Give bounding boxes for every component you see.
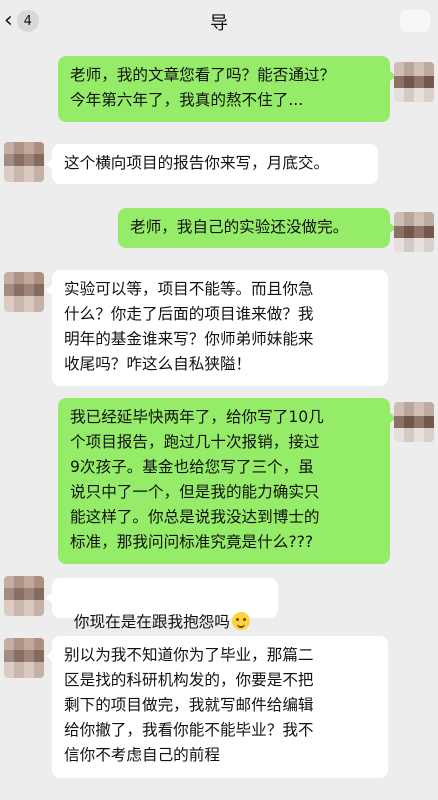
message-bubble-outgoing-1[interactable]: 老师，我的文章您看了吗？能否通过？ 今年第六年了，我真的熬不住了... [58, 56, 396, 122]
contact-avatar[interactable] [4, 142, 44, 182]
message-text: 你现在是在跟我抱怨吗 [73, 613, 230, 631]
message-bubble-outgoing-3[interactable]: 我已经延毕快两年了，给你写了10几 个项目报告，跑过几十次报销，接过 9次孩子。… [58, 398, 396, 564]
smiling-face-emoji-icon [231, 612, 250, 630]
chat-header: ‹ 4 导 [0, 0, 438, 42]
message-bubble-incoming-3[interactable]: 你现在是在跟我抱怨吗 [46, 578, 278, 631]
message-bubble-incoming-4[interactable]: 别以为我不知道你为了毕业，那篇二 区是找的科研机构发的，你要是不把 剩下的项目做… [46, 636, 388, 778]
my-avatar[interactable] [394, 402, 434, 442]
message-bubble-incoming-2[interactable]: 实验可以等，项目不能等。而且你急 什么？你走了后面的项目谁来做？我 明年的基金谁… [46, 270, 388, 386]
chat-title: 导 [210, 13, 228, 34]
message-bubble-incoming-1[interactable]: 这个横向项目的报告你来写，月底交。 [46, 144, 378, 184]
more-button[interactable] [400, 10, 430, 32]
my-avatar[interactable] [394, 212, 434, 252]
contact-avatar[interactable] [4, 576, 44, 616]
message-bubble-outgoing-2[interactable]: 老师，我自己的实验还没做完。 [118, 208, 396, 248]
contact-avatar[interactable] [4, 272, 44, 312]
my-avatar[interactable] [394, 62, 434, 102]
contact-avatar[interactable] [4, 638, 44, 678]
